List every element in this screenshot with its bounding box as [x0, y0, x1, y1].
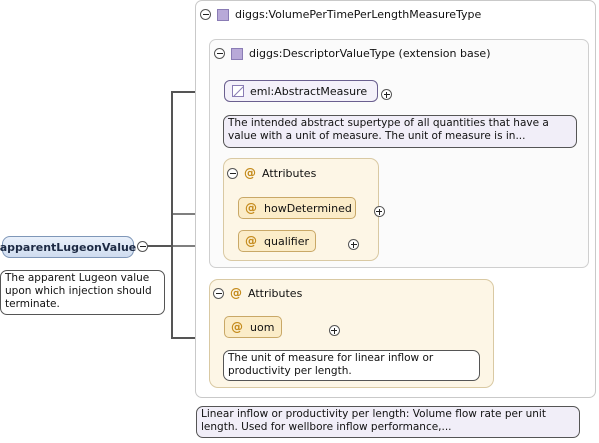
expand-icon[interactable] — [381, 89, 392, 100]
extension-attributes-header[interactable]: @ Attributes — [213, 286, 302, 300]
attribute-qualifier[interactable]: @ qualifier — [238, 230, 316, 252]
attribute-name: qualifier — [264, 234, 310, 248]
collapse-icon[interactable] — [214, 48, 225, 59]
root-element-name: apparentLugeonValue — [0, 240, 137, 254]
at-sign-icon: @ — [230, 286, 242, 300]
complex-type-header[interactable]: diggs:VolumePerTimePerLengthMeasureType — [200, 8, 481, 21]
abstract-measure-element[interactable]: eml:AbstractMeasure — [224, 80, 378, 102]
attribute-name: uom — [250, 320, 275, 334]
uom-documentation: The unit of measure for linear inflow or… — [223, 350, 480, 381]
attribute-name: howDetermined — [264, 201, 352, 215]
complex-type-icon — [217, 8, 229, 21]
abstract-element-icon — [232, 85, 244, 97]
attributes-label: Attributes — [248, 286, 303, 300]
abstract-element-name: eml:AbstractMeasure — [250, 84, 368, 98]
at-sign-icon: @ — [245, 234, 257, 248]
attribute-uom[interactable]: @ uom — [224, 316, 282, 338]
complex-type-documentation: Linear inflow or productivity per length… — [196, 406, 580, 438]
at-sign-icon: @ — [244, 166, 256, 180]
expand-icon[interactable] — [373, 206, 385, 217]
attributes-label: Attributes — [262, 166, 317, 180]
root-element-documentation: The apparent Lugeon value upon which inj… — [0, 270, 165, 315]
collapse-icon[interactable] — [227, 167, 238, 179]
abstract-measure-documentation: The intended abstract supertype of all q… — [223, 115, 577, 148]
at-sign-icon: @ — [231, 320, 243, 334]
root-element-apparentLugeonValue[interactable]: apparentLugeonValue — [0, 236, 137, 258]
collapse-icon[interactable] — [200, 9, 211, 20]
base-type-name: diggs:DescriptorValueType (extension bas… — [249, 47, 491, 60]
base-type-header[interactable]: diggs:DescriptorValueType (extension bas… — [214, 47, 490, 60]
collapse-icon[interactable] — [137, 241, 148, 252]
base-attributes-header[interactable]: @ Attributes — [227, 166, 316, 180]
base-type-icon — [231, 47, 243, 60]
collapse-icon[interactable] — [213, 287, 224, 299]
expand-icon[interactable] — [328, 325, 340, 336]
attribute-howDetermined[interactable]: @ howDetermined — [238, 197, 356, 219]
complex-type-name: diggs:VolumePerTimePerLengthMeasureType — [235, 8, 482, 21]
at-sign-icon: @ — [245, 201, 257, 215]
expand-icon[interactable] — [348, 239, 359, 250]
